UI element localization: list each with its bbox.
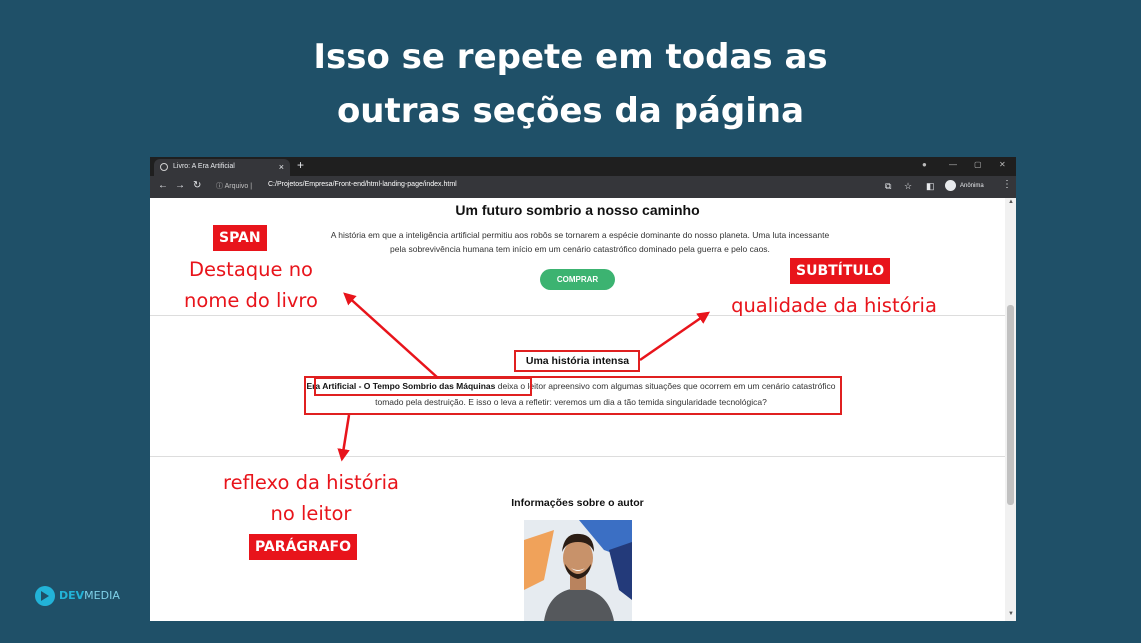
paragraph-tag: PARÁGRAFO xyxy=(249,534,357,560)
subtitle-tag: SUBTÍTULO xyxy=(790,258,891,284)
span-arrow xyxy=(343,292,439,379)
logo-media: MEDIA xyxy=(84,589,120,602)
span-tag: SPAN xyxy=(213,225,267,251)
subtitle-arrow xyxy=(639,311,711,362)
paragraph-note-line-1: reflexo da história xyxy=(222,471,399,494)
paragraph-arrow xyxy=(337,414,351,462)
devmedia-logo-icon xyxy=(35,586,55,606)
paragraph-note: reflexo da história no leitor xyxy=(196,467,426,529)
span-note: Destaque no nome do livro xyxy=(160,254,342,316)
span-note-line-2: nome do livro xyxy=(184,289,318,312)
annotation-arrows xyxy=(337,292,711,462)
subtitle-note: qualidade da história xyxy=(731,294,937,317)
devmedia-logo-text: DEVMEDIA xyxy=(59,589,120,602)
paragraph-note-line-2: no leitor xyxy=(270,502,352,525)
span-note-line-1: Destaque no xyxy=(189,258,313,281)
logo-dev: DEV xyxy=(59,589,85,602)
